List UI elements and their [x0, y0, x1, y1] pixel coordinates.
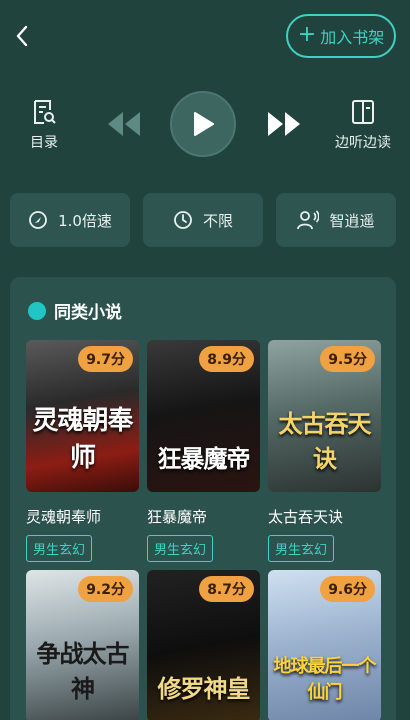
toc-label: 目录 [30, 135, 58, 151]
section-dot-icon [28, 301, 46, 320]
timer-option[interactable]: 不限 [143, 193, 263, 247]
section-title: 同类小说 [54, 303, 122, 323]
book-card[interactable]: 9.5分 太古吞天诀 太古吞天诀 男生玄幻 [268, 340, 381, 562]
listen-label: 边听边读 [335, 135, 391, 151]
book-cover[interactable]: 9.2分 争战太古神 [26, 570, 139, 720]
book-open-icon [352, 100, 374, 124]
book-cover[interactable]: 9.6分 地球最后一个仙门 [268, 570, 381, 720]
book-card[interactable]: 8.9分 狂暴魔帝 狂暴魔帝 男生玄幻 [147, 340, 260, 562]
play-icon [194, 112, 214, 136]
cover-title-art: 狂暴魔帝 [157, 444, 251, 473]
add-to-bookshelf-label: 加入书架 [320, 28, 385, 47]
voice-option[interactable]: 智逍遥 [276, 193, 396, 247]
rating-badge: 9.7分 [78, 346, 133, 372]
fast-forward-button[interactable] [264, 106, 304, 142]
book-card[interactable]: 9.6分 地球最后一个仙门 [268, 570, 381, 720]
back-button[interactable] [8, 20, 36, 52]
book-cover[interactable]: 8.7分 修罗神皇 [147, 570, 260, 720]
book-cover[interactable]: 9.7分 灵魂朝奉师 [26, 340, 139, 492]
fast-forward-icon [268, 112, 300, 136]
speed-option[interactable]: 1.0倍速 [10, 193, 130, 247]
table-of-contents-button[interactable]: 目录 [22, 98, 66, 152]
rewind-icon [108, 112, 140, 136]
cover-title-art: 灵魂朝奉师 [32, 406, 133, 473]
rating-badge: 9.6分 [320, 576, 375, 602]
rating-badge: 8.9分 [199, 346, 254, 372]
speaker-person-icon [297, 210, 320, 230]
clock-icon [174, 211, 192, 229]
rewind-button[interactable] [104, 106, 144, 142]
catalog-search-icon [34, 100, 56, 124]
book-title[interactable]: 太古吞天诀 [268, 506, 381, 527]
book-cover[interactable]: 8.9分 狂暴魔帝 [147, 340, 260, 492]
play-button[interactable] [170, 91, 236, 157]
rating-badge: 9.5分 [320, 346, 375, 372]
speedometer-icon [29, 211, 47, 229]
book-cover[interactable]: 9.5分 太古吞天诀 [268, 340, 381, 492]
speed-label: 1.0倍速 [58, 211, 112, 230]
genre-tag: 男生玄幻 [268, 535, 335, 562]
rating-badge: 9.2分 [78, 576, 133, 602]
plus-icon: + [297, 22, 317, 47]
cover-title-art: 修罗神皇 [157, 674, 251, 703]
cover-title-art: 太古吞天诀 [278, 409, 372, 473]
book-card[interactable]: 9.7分 灵魂朝奉师 灵魂朝奉师 男生玄幻 [26, 340, 139, 562]
book-title[interactable]: 狂暴魔帝 [147, 506, 260, 527]
timer-label: 不限 [202, 211, 233, 230]
rating-badge: 8.7分 [199, 576, 254, 602]
genre-tag: 男生玄幻 [26, 535, 93, 562]
add-to-bookshelf-button[interactable]: + 加入书架 [286, 14, 396, 58]
cover-title-art: 地球最后一个仙门 [273, 656, 377, 703]
book-card[interactable]: 8.7分 修罗神皇 [147, 570, 260, 720]
voice-label: 智逍遥 [329, 211, 375, 230]
book-title[interactable]: 灵魂朝奉师 [26, 506, 139, 527]
genre-tag: 男生玄幻 [147, 535, 214, 562]
section-header: 同类小说 [28, 298, 122, 323]
book-card[interactable]: 9.2分 争战太古神 [26, 570, 139, 720]
listen-while-reading-button[interactable]: 边听边读 [332, 98, 394, 152]
cover-title-art: 争战太古神 [36, 639, 130, 703]
chevron-left-icon [16, 25, 28, 47]
